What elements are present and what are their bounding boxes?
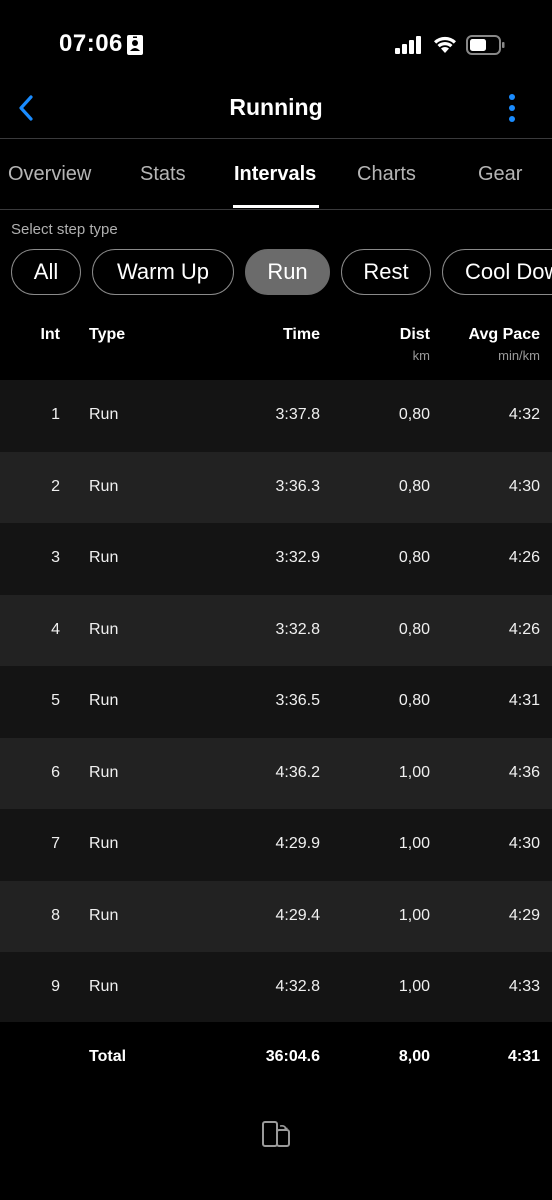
cell-dist: 1,00: [398, 906, 430, 924]
table-total-row: Total 36:04.6 8,00 4:31: [0, 1022, 552, 1094]
cell-type: Run: [89, 978, 119, 995]
total-time: 36:04.6: [265, 1048, 320, 1065]
cell-pace: 4:26: [508, 549, 540, 566]
tab-intervals[interactable]: Intervals: [234, 163, 316, 186]
cell-pace: 4:26: [508, 620, 540, 638]
chip-warm-up[interactable]: Warm Up: [92, 249, 234, 295]
table-row[interactable]: 4 Run 3:32.8 0,80 4:26: [0, 594, 552, 666]
cell-type: Run: [89, 620, 119, 638]
table-header: Int Type Time Dist km Avg Pace min/km: [0, 308, 552, 380]
cell-int: 8: [51, 906, 60, 924]
cell-dist: 1,00: [398, 978, 430, 995]
table-row[interactable]: 6 Run 4:36.2 1,00 4:36: [0, 737, 552, 809]
cell-type: Run: [89, 906, 119, 924]
column-header-time: Time: [282, 326, 320, 343]
cell-type: Run: [89, 406, 119, 423]
battery-icon: [466, 35, 505, 55]
cell-pace: 4:31: [508, 692, 540, 709]
id-card-icon: [127, 35, 143, 55]
cell-time: 4:36.2: [275, 763, 320, 781]
cell-type: Run: [89, 763, 119, 781]
cell-time: 4:29.4: [275, 906, 320, 924]
tab-charts[interactable]: Charts: [357, 163, 416, 186]
cell-pace: 4:32: [508, 406, 540, 423]
cell-dist: 1,00: [398, 835, 430, 852]
cell-int: 7: [51, 835, 60, 852]
wifi-icon: [434, 36, 456, 53]
cell-pace: 4:30: [508, 477, 540, 495]
cell-time: 3:36.3: [275, 477, 320, 495]
column-header-avg-pace: Avg Pace: [468, 326, 540, 343]
table-row[interactable]: 9 Run 4:32.8 1,00 4:33: [0, 952, 552, 1024]
cell-time: 4:29.9: [275, 835, 320, 852]
cell-time: 3:32.8: [275, 620, 320, 638]
cell-int: 9: [51, 978, 60, 995]
column-unit-dist: km: [412, 348, 430, 363]
step-type-label: Select step type: [11, 221, 118, 238]
cell-type: Run: [89, 549, 119, 566]
column-unit-avg-pace: min/km: [498, 348, 540, 363]
cell-int: 1: [51, 406, 60, 423]
table-row[interactable]: 1 Run 3:37.8 0,80 4:32: [0, 380, 552, 452]
cell-type: Run: [89, 692, 119, 709]
page-title: Running: [229, 94, 323, 120]
nav-bar: Running: [0, 80, 552, 139]
cell-type: Run: [89, 835, 119, 852]
cell-pace: 4:36: [508, 763, 540, 781]
signal-icon: [395, 36, 421, 54]
cell-pace: 4:33: [508, 978, 540, 995]
step-type-chips: All Warm Up Run Rest Cool Down: [0, 249, 552, 301]
active-tab-indicator: [233, 205, 319, 208]
chip-rest[interactable]: Rest: [341, 249, 431, 295]
cell-time: 3:32.9: [275, 549, 320, 566]
table-row[interactable]: 7 Run 4:29.9 1,00 4:30: [0, 809, 552, 881]
column-header-type: Type: [89, 326, 126, 343]
table-row[interactable]: 8 Run 4:29.4 1,00 4:29: [0, 880, 552, 952]
cell-pace: 4:30: [508, 835, 540, 852]
tab-stats[interactable]: Stats: [140, 163, 186, 186]
column-header-dist: Dist: [399, 326, 430, 343]
cell-pace: 4:29: [508, 906, 540, 924]
total-label: Total: [89, 1048, 127, 1065]
chip-cool-down[interactable]: Cool Down: [442, 249, 552, 295]
total-dist: 8,00: [398, 1048, 430, 1065]
cell-time: 4:32.8: [275, 978, 320, 995]
cell-int: 3: [51, 549, 60, 566]
cell-dist: 0,80: [398, 477, 430, 495]
cell-dist: 0,80: [398, 406, 430, 423]
table-row[interactable]: 5 Run 3:36.5 0,80 4:31: [0, 666, 552, 738]
chip-all[interactable]: All: [11, 249, 81, 295]
intervals-table: 1 Run 3:37.8 0,80 4:32 2 Run 3:36.3 0,80…: [0, 380, 552, 1024]
cell-dist: 0,80: [398, 620, 430, 638]
cell-time: 3:37.8: [275, 406, 320, 423]
cell-int: 2: [51, 477, 60, 495]
chip-run[interactable]: Run: [245, 249, 330, 295]
cell-dist: 1,00: [398, 763, 430, 781]
cell-type: Run: [89, 477, 119, 495]
status-time: 07:06: [59, 30, 123, 57]
cell-int: 4: [51, 620, 60, 638]
table-row[interactable]: 2 Run 3:36.3 0,80 4:30: [0, 451, 552, 523]
table-row[interactable]: 3 Run 3:32.9 0,80 4:26: [0, 523, 552, 595]
more-vertical-icon[interactable]: [500, 92, 524, 126]
total-pace: 4:31: [507, 1048, 540, 1065]
device-rotate-icon[interactable]: [260, 1120, 292, 1148]
tab-overview[interactable]: Overview: [8, 163, 91, 186]
tab-bar: Overview Stats Intervals Charts Gear: [0, 139, 552, 210]
cell-dist: 0,80: [398, 692, 430, 709]
cell-int: 6: [51, 763, 60, 781]
cell-dist: 0,80: [398, 549, 430, 566]
column-header-int: Int: [40, 326, 60, 343]
tab-gear[interactable]: Gear: [478, 163, 522, 186]
status-bar: 07:06: [0, 0, 552, 80]
cell-int: 5: [51, 692, 60, 709]
cell-time: 3:36.5: [275, 692, 320, 709]
